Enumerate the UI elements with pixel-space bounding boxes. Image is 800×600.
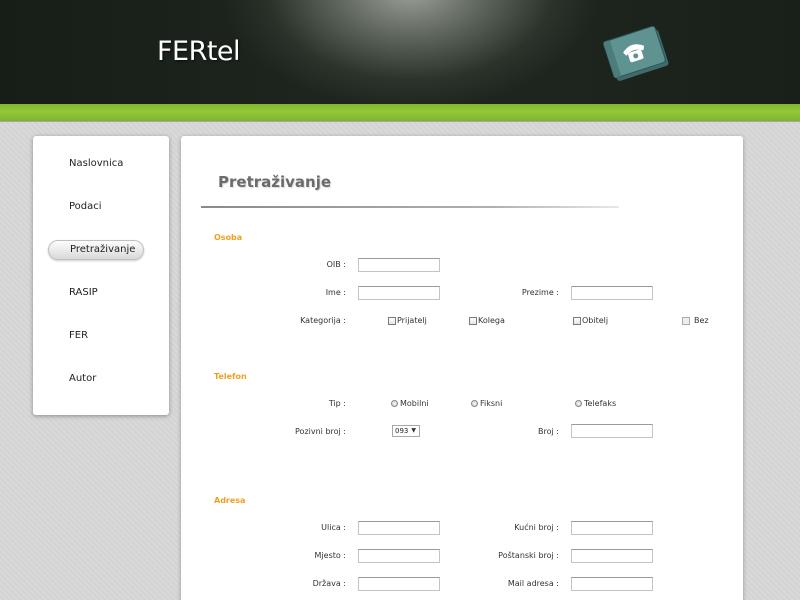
header-accent-bar bbox=[0, 104, 800, 122]
pozivni-broj-label: Pozivni broj : bbox=[295, 427, 346, 436]
oib-label: OIB : bbox=[326, 260, 346, 269]
mjesto-input[interactable] bbox=[358, 549, 440, 563]
checkbox-prijatelj[interactable]: Prijatelj bbox=[388, 316, 427, 325]
checkbox-bez[interactable]: Bez bbox=[682, 316, 709, 325]
page-title: Pretraživanje bbox=[218, 173, 332, 191]
checkbox-bez-label: Bez bbox=[694, 316, 709, 325]
sidebar-item-podaci[interactable]: Podaci bbox=[48, 197, 144, 217]
drzava-input[interactable] bbox=[358, 577, 440, 591]
radio-button[interactable] bbox=[575, 400, 582, 407]
sidebar-nav: Naslovnica Podaci Pretraživanje RASIP FE… bbox=[33, 136, 169, 415]
kategorija-label: Kategorija : bbox=[300, 316, 346, 325]
logo-text[interactable]: FERtel bbox=[157, 36, 241, 67]
checkbox-box[interactable] bbox=[573, 316, 581, 325]
ime-label: Ime : bbox=[325, 288, 346, 297]
kucni-broj-input[interactable] bbox=[571, 521, 653, 535]
ime-input[interactable] bbox=[358, 286, 440, 300]
radio-button[interactable] bbox=[471, 400, 478, 407]
ulica-input[interactable] bbox=[358, 521, 440, 535]
sidebar-item-fer[interactable]: FER bbox=[48, 326, 144, 346]
mjesto-label: Mjesto : bbox=[314, 551, 346, 560]
drzava-label: Država : bbox=[312, 579, 346, 588]
phone-book-icon bbox=[603, 25, 669, 81]
sidebar-item-rasip[interactable]: RASIP bbox=[48, 283, 144, 303]
checkbox-box[interactable] bbox=[469, 316, 477, 325]
sidebar-item-autor[interactable]: Autor bbox=[48, 369, 144, 389]
section-telefon-heading: Telefon bbox=[214, 372, 247, 381]
pozivni-broj-select[interactable]: 093 ▼ bbox=[392, 425, 420, 437]
section-adresa-heading: Adresa bbox=[214, 496, 246, 505]
postanski-broj-input[interactable] bbox=[571, 549, 653, 563]
checkbox-prijatelj-label: Prijatelj bbox=[397, 316, 427, 325]
prezime-input[interactable] bbox=[571, 286, 653, 300]
broj-input[interactable] bbox=[571, 424, 653, 438]
checkbox-kolega-label: Kolega bbox=[478, 316, 505, 325]
search-panel: Pretraživanje Osoba OIB : Ime : Prezime … bbox=[181, 136, 743, 600]
kucni-broj-label: Kućni broj : bbox=[514, 523, 559, 532]
oib-input[interactable] bbox=[358, 258, 440, 272]
radio-mobilni-label: Mobilni bbox=[400, 399, 429, 408]
mail-adresa-label: Mail adresa : bbox=[507, 579, 559, 588]
checkbox-obitelj[interactable]: Obitelj bbox=[573, 316, 608, 325]
prezime-label: Prezime : bbox=[521, 288, 559, 297]
mail-adresa-input[interactable] bbox=[571, 577, 653, 591]
pozivni-broj-value: 093 bbox=[395, 427, 409, 435]
radio-telefaks-label: Telefaks bbox=[584, 399, 617, 408]
radio-mobilni[interactable]: Mobilni bbox=[391, 399, 429, 408]
postanski-broj-label: Poštanski broj : bbox=[498, 551, 559, 560]
checkbox-box[interactable] bbox=[682, 316, 690, 325]
ulica-label: Ulica : bbox=[321, 523, 346, 532]
broj-label: Broj : bbox=[538, 427, 559, 436]
title-divider bbox=[201, 206, 619, 208]
radio-telefaks[interactable]: Telefaks bbox=[575, 399, 616, 408]
header-shading bbox=[0, 0, 800, 104]
section-osoba-heading: Osoba bbox=[214, 233, 243, 242]
radio-button[interactable] bbox=[391, 400, 398, 407]
tip-label: Tip : bbox=[328, 399, 346, 408]
header-banner: FERtel bbox=[0, 0, 800, 104]
radio-fiksni[interactable]: Fiksni bbox=[471, 399, 502, 408]
checkbox-box[interactable] bbox=[388, 316, 396, 325]
checkbox-obitelj-label: Obitelj bbox=[582, 316, 609, 325]
checkbox-kolega[interactable]: Kolega bbox=[469, 316, 505, 325]
chevron-down-icon: ▼ bbox=[411, 427, 416, 434]
radio-fiksni-label: Fiksni bbox=[480, 399, 503, 408]
sidebar-item-naslovnica[interactable]: Naslovnica bbox=[48, 154, 144, 174]
sidebar-item-pretrazivanje[interactable]: Pretraživanje bbox=[48, 240, 144, 260]
